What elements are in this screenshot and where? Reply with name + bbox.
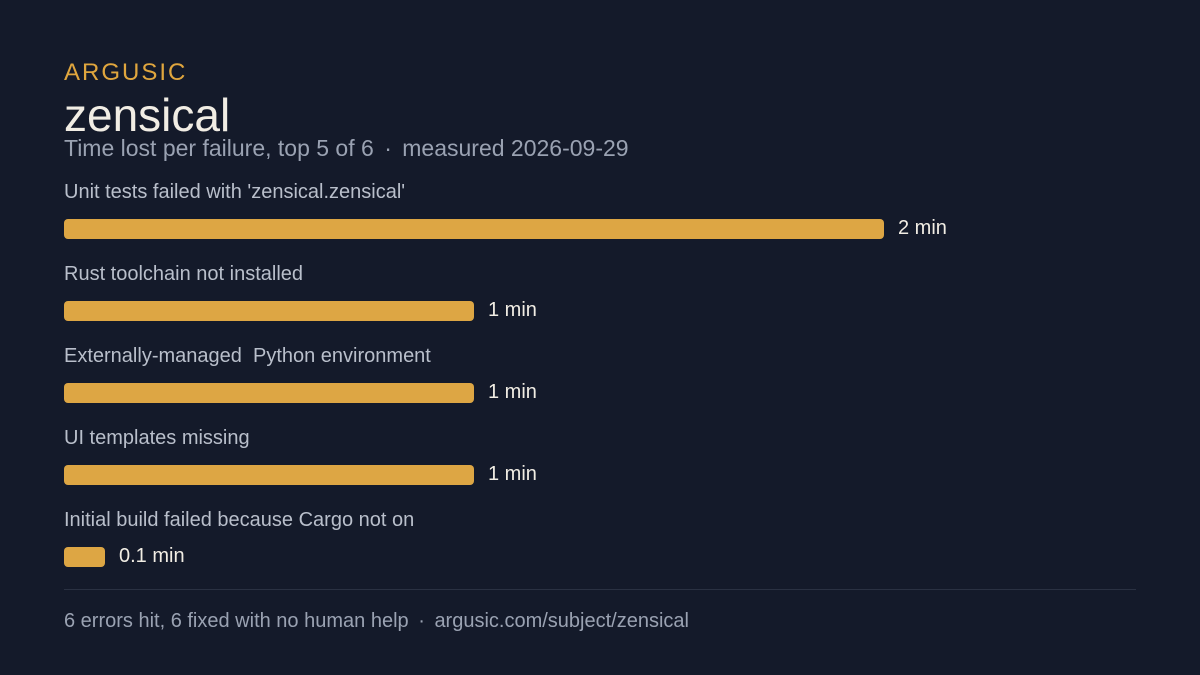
bar: [64, 547, 105, 567]
footer-divider: [64, 589, 1136, 590]
footer-separator: ·: [418, 610, 425, 632]
footer-link[interactable]: argusic.com/subject/zensical: [434, 610, 689, 632]
bar-value-label: 1 min: [488, 381, 537, 403]
bar-row: UI templates missing 1 min: [64, 424, 1064, 506]
bar-category-label: Unit tests failed with 'zensical.zensica…: [64, 181, 406, 203]
bar-chart: Unit tests failed with 'zensical.zensica…: [64, 178, 1064, 578]
bar-row: Rust toolchain not installed 1 min: [64, 260, 1064, 342]
footer-stats: 6 errors hit, 6 fixed with no human help: [64, 610, 409, 632]
bar-category-label: Initial build failed because Cargo not o…: [64, 509, 415, 531]
bar: [64, 219, 884, 239]
chart-subtitle: Time lost per failure, top 5 of 6 · meas…: [64, 134, 629, 162]
subtitle-separator: ·: [384, 135, 392, 161]
bar: [64, 465, 474, 485]
bar-value-label: 1 min: [488, 299, 537, 321]
subtitle-description: Time lost per failure, top 5 of 6: [64, 135, 374, 161]
bar: [64, 301, 474, 321]
subtitle-measured-date: measured 2026-09-29: [402, 135, 629, 161]
bar-category-label: Rust toolchain not installed: [64, 263, 304, 285]
bar-value-label: 2 min: [898, 217, 947, 239]
footer: 6 errors hit, 6 fixed with no human help…: [64, 607, 689, 635]
bar-row: Externally-managed Python environment 1 m…: [64, 342, 1064, 424]
brand-label: ARGUSIC: [64, 59, 188, 86]
bar-category-label: UI templates missing: [64, 427, 250, 449]
bar-category-label: Externally-managed Python environment: [64, 345, 431, 367]
bar-value-label: 0.1 min: [119, 545, 185, 567]
bar: [64, 383, 474, 403]
bar-row: Unit tests failed with 'zensical.zensica…: [64, 178, 1064, 260]
bar-row: Initial build failed because Cargo not o…: [64, 506, 1064, 588]
bar-value-label: 1 min: [488, 463, 537, 485]
